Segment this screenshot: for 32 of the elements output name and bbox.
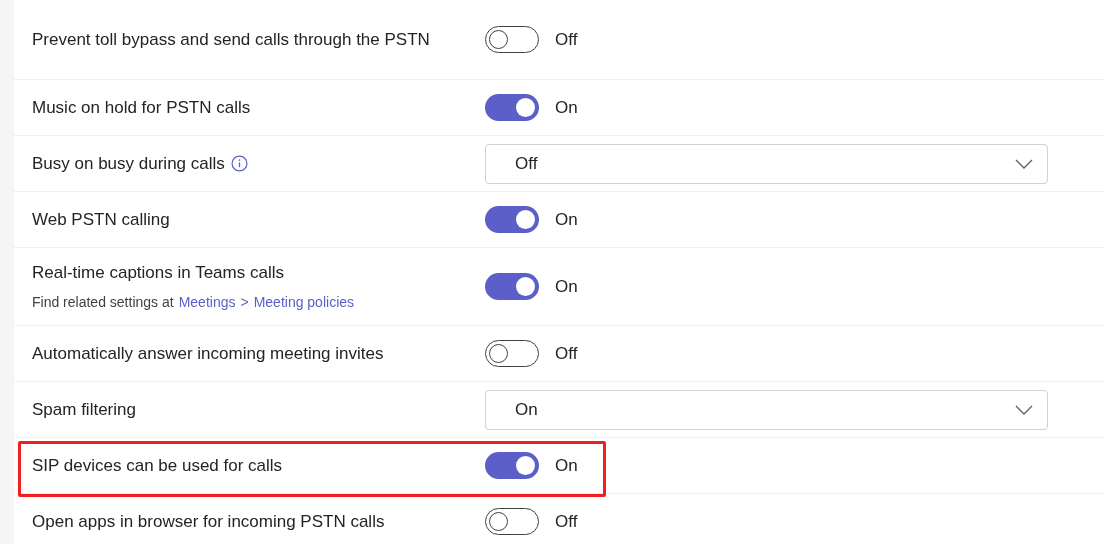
- toggle-switch[interactable]: [485, 508, 539, 535]
- toggle-switch[interactable]: [485, 26, 539, 53]
- toggle-switch[interactable]: [485, 273, 539, 300]
- breadcrumb-separator: >: [240, 293, 249, 312]
- toggle-state-label: On: [555, 96, 578, 119]
- toggle-state-label: On: [555, 275, 578, 298]
- toggle-state-label: On: [555, 454, 578, 477]
- setting-label: Automatically answer incoming meeting invites: [32, 342, 384, 365]
- chevron-down-icon: [1015, 404, 1033, 415]
- meetings-link[interactable]: Meetings: [178, 292, 236, 313]
- toggle-state-label: On: [555, 208, 578, 231]
- setting-label: Busy on busy during calls: [32, 152, 225, 175]
- toggle-state-label: Off: [555, 342, 578, 365]
- toggle-switch[interactable]: [485, 452, 539, 479]
- chevron-down-icon: [1015, 158, 1033, 169]
- toggle-switch[interactable]: [485, 206, 539, 233]
- setting-label: Web PSTN calling: [32, 208, 170, 231]
- meeting-policies-link[interactable]: Meeting policies: [253, 292, 355, 313]
- toggle-state-label: Off: [555, 510, 578, 533]
- dropdown-field[interactable]: Off: [485, 143, 1048, 184]
- setting-label: Real-time captions in Teams calls: [32, 262, 284, 284]
- toggle-switch[interactable]: [485, 340, 539, 367]
- toggle-state-label: Off: [555, 28, 578, 51]
- setting-label: Open apps in browser for incoming PSTN calls: [32, 510, 385, 533]
- setting-label: Prevent toll bypass and send calls through the PSTN: [32, 28, 430, 51]
- setting-label: Music on hold for PSTN calls: [32, 96, 251, 119]
- note-text: Find related settings at: [32, 293, 174, 312]
- setting-label: SIP devices can be used for calls: [32, 454, 283, 477]
- setting-label: Spam filtering: [32, 398, 136, 421]
- toggle-switch[interactable]: [485, 94, 539, 121]
- info-icon[interactable]: [230, 155, 248, 172]
- dropdown-field[interactable]: On: [485, 389, 1048, 430]
